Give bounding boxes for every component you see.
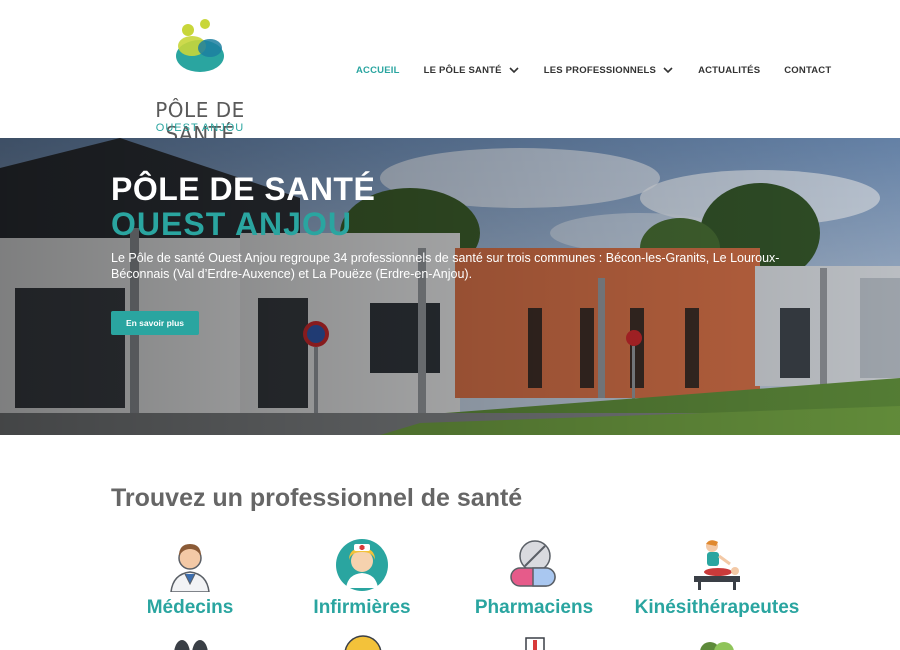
nav-item-label: LES PROFESSIONNELS bbox=[543, 64, 657, 76]
logo-subtitle: OUEST ANJOU bbox=[155, 122, 245, 134]
nav-item-actualites[interactable]: ACTUALITÉS bbox=[698, 65, 760, 76]
pills-icon bbox=[510, 540, 556, 587]
en-savoir-plus-button[interactable]: En savoir plus bbox=[111, 311, 199, 335]
category-label: Médecins bbox=[146, 597, 234, 618]
nav-item-professionnels[interactable]: LES PROFESSIONNELS bbox=[544, 65, 674, 76]
specialist-icon bbox=[344, 635, 382, 650]
nurse-cap-icon bbox=[525, 637, 545, 650]
category-kinesitherapeutes[interactable]: Kinésithérapeutes bbox=[625, 538, 809, 619]
hero-title-line-2: OUEST ANJOU bbox=[111, 206, 352, 242]
chevron-down-icon bbox=[663, 67, 673, 74]
hero-description: Le Pôle de santé Ouest Anjou regroupe 34… bbox=[111, 251, 780, 281]
physiotherapy-icon bbox=[694, 540, 740, 590]
site-header: PÔLE DE SANTÉ OUEST ANJOU ACCUEIL LE PÔL… bbox=[0, 0, 900, 146]
nav-item-label: LE PÔLE SANTÉ bbox=[423, 64, 502, 76]
category-medecins[interactable]: Médecins bbox=[140, 538, 240, 619]
chevron-down-icon bbox=[509, 67, 519, 74]
nav-item-contact[interactable]: CONTACT bbox=[784, 65, 831, 76]
nurse-icon bbox=[336, 539, 388, 591]
nav-item-label: CONTACT bbox=[784, 64, 832, 76]
site-logo[interactable]: PÔLE DE SANTÉ OUEST ANJOU bbox=[120, 18, 280, 146]
nav-item-label: ACCUEIL bbox=[356, 64, 400, 76]
nav-item-pole-sante[interactable]: LE PÔLE SANTÉ bbox=[424, 65, 520, 76]
hero-banner: PÔLE DE SANTÉ OUEST ANJOU Le Pôle de san… bbox=[0, 138, 900, 435]
podiatry-icon bbox=[174, 640, 208, 650]
section-title: Trouvez un professionnel de santé bbox=[111, 484, 523, 512]
logo-mark-icon bbox=[176, 19, 224, 72]
category-label: Infirmières bbox=[313, 597, 411, 618]
main-navigation: ACCUEIL LE PÔLE SANTÉ LES PROFESSIONNELS… bbox=[356, 62, 831, 78]
category-label: Pharmaciens bbox=[474, 597, 594, 618]
category-label: Kinésithérapeutes bbox=[634, 597, 800, 618]
doctor-icon bbox=[170, 544, 210, 592]
nav-item-accueil[interactable]: ACCUEIL bbox=[356, 65, 400, 76]
care-icon bbox=[700, 642, 734, 650]
hero-title-line-1: PÔLE DE SANTÉ bbox=[111, 171, 376, 207]
category-infirmieres[interactable]: Infirmières bbox=[306, 538, 418, 619]
category-pharmaciens[interactable]: Pharmaciens bbox=[466, 538, 602, 619]
nav-item-label: ACTUALITÉS bbox=[698, 64, 761, 76]
